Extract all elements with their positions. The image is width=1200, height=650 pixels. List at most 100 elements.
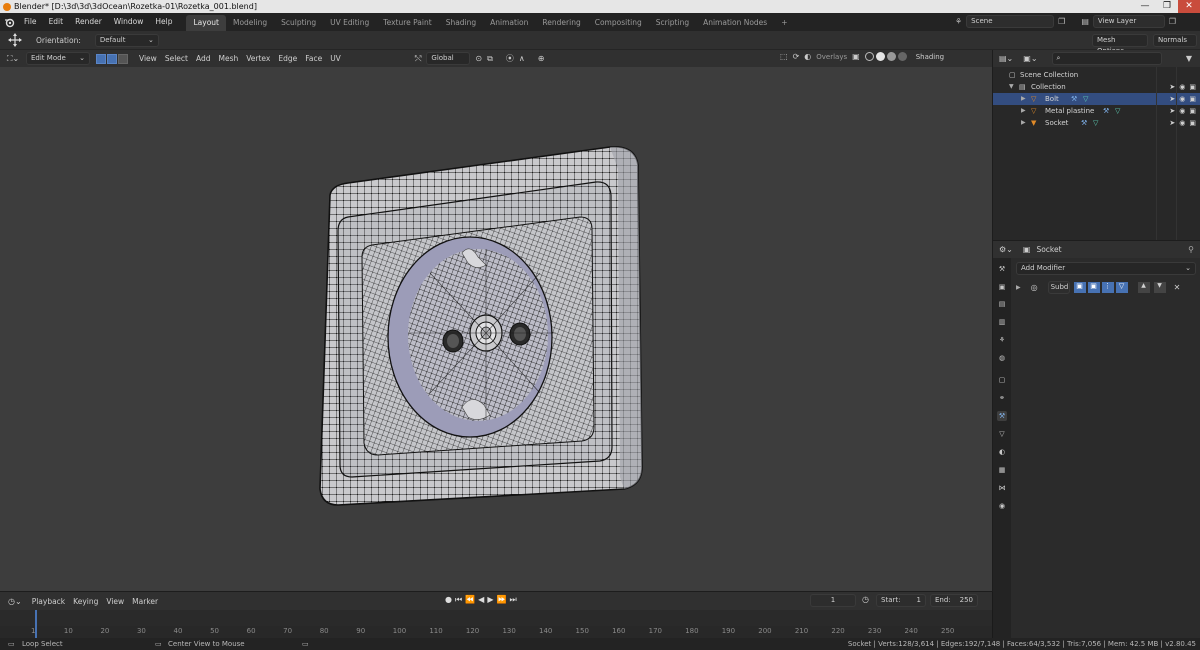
normals-dropdown[interactable]: Normals: [1153, 34, 1197, 47]
visibility-eye-icon[interactable]: ◉: [1179, 93, 1185, 105]
menu-playback[interactable]: Playback: [28, 593, 69, 610]
render-camera-icon[interactable]: ▣: [1189, 117, 1196, 129]
expand-triangle-icon[interactable]: ▼: [1009, 81, 1014, 93]
play-reverse-icon[interactable]: ◀: [478, 595, 484, 605]
render-camera-icon[interactable]: ▣: [1189, 93, 1196, 105]
output-tab-icon[interactable]: ▤: [997, 299, 1007, 309]
current-frame-input[interactable]: 1: [810, 594, 856, 607]
timeline-editor-type-icon[interactable]: ◷⌄: [8, 597, 22, 606]
tab-uv-editing[interactable]: UV Editing: [323, 15, 376, 31]
render-tab-icon[interactable]: ▣: [997, 282, 1007, 292]
menu-add[interactable]: Add: [192, 50, 215, 67]
scene-selector[interactable]: Scene: [966, 15, 1055, 28]
rendered-shading-icon[interactable]: [897, 52, 907, 61]
menu-face[interactable]: Face: [301, 50, 326, 67]
orientation-dropdown[interactable]: Default ⌄: [94, 33, 159, 47]
proportional-edit-icon[interactable]: ⦿: [506, 53, 514, 64]
menu-window[interactable]: Window: [108, 13, 150, 31]
outliner-row-socket[interactable]: ▶ ▼ Socket ⚒ ▽ ➤ ◉ ▣: [993, 117, 1200, 129]
tool-tab-icon[interactable]: ⚒: [997, 264, 1007, 274]
data-tab-icon[interactable]: ⋈: [997, 483, 1007, 493]
show-gizmo-icon[interactable]: ⬚: [780, 52, 788, 61]
view-layer-tab-icon[interactable]: ▥: [997, 317, 1007, 327]
visibility-eye-icon[interactable]: ◉: [1179, 81, 1185, 93]
select-toggle-icon[interactable]: ➤: [1169, 117, 1175, 129]
falloff-icon[interactable]: ∧: [519, 54, 525, 63]
solid-shading-icon[interactable]: [875, 52, 885, 61]
expand-triangle-icon[interactable]: ▶: [1021, 105, 1026, 117]
record-icon[interactable]: ●: [445, 595, 452, 605]
view-object-types-icon[interactable]: ⊕: [538, 54, 545, 63]
display-mode-icon[interactable]: ▣⌄: [1023, 54, 1037, 63]
wireframe-shading-icon[interactable]: [864, 52, 874, 61]
move-up-icon[interactable]: ▲: [1137, 281, 1150, 293]
outliner-row-scene-collection[interactable]: ▢ Scene Collection: [993, 69, 1200, 81]
outliner-row-collection[interactable]: ▼ ▤ Collection ➤ ◉ ▣: [993, 81, 1200, 93]
modifier-name-input[interactable]: Subd: [1047, 280, 1070, 294]
jump-keyframe-back-icon[interactable]: ⏪: [465, 595, 475, 605]
area-divider[interactable]: [992, 592, 993, 638]
tab-modeling[interactable]: Modeling: [226, 15, 274, 31]
filter-icon[interactable]: ▼: [1186, 54, 1192, 63]
new-view-layer-icon[interactable]: ❐: [1169, 17, 1176, 26]
transform-orientation-dropdown[interactable]: Global: [426, 52, 471, 65]
menu-keying[interactable]: Keying: [69, 593, 102, 610]
transform-orientation-icon[interactable]: ⤲: [415, 54, 421, 64]
face-select-icon[interactable]: [118, 53, 128, 64]
tab-rendering[interactable]: Rendering: [535, 15, 587, 31]
end-frame-input[interactable]: End: 250: [930, 594, 978, 607]
expand-triangle-icon[interactable]: ▶: [1021, 117, 1026, 129]
playhead[interactable]: [35, 610, 37, 638]
blender-menu-icon[interactable]: [0, 13, 18, 31]
properties-editor-type-icon[interactable]: ⚙⌄: [999, 245, 1013, 254]
menu-edit[interactable]: Edit: [43, 13, 70, 31]
overlays-dropdown[interactable]: Overlays: [816, 53, 847, 61]
mesh-options-dropdown[interactable]: Mesh Options: [1092, 34, 1148, 55]
add-workspace-button[interactable]: +: [774, 15, 794, 31]
outliner-row-metal-plastine[interactable]: ▶ ▽ Metal plastine ⚒ ▽ ➤ ◉ ▣: [993, 105, 1200, 117]
on-cage-icon[interactable]: ▽: [1115, 281, 1128, 293]
visibility-eye-icon[interactable]: ◉: [1179, 117, 1185, 129]
constraints-tab-icon[interactable]: ⚭: [997, 393, 1007, 403]
menu-vertex[interactable]: Vertex: [242, 50, 274, 67]
outliner-editor-type-icon[interactable]: ▤⌄: [999, 54, 1013, 63]
remove-modifier-icon[interactable]: ✕: [1174, 283, 1181, 292]
editmode-display-icon[interactable]: ⋮: [1101, 281, 1114, 293]
outliner-search-input[interactable]: ⌕: [1051, 52, 1162, 65]
view-layer-icon[interactable]: ▤: [1081, 17, 1089, 26]
expand-triangle-icon[interactable]: ▶: [1021, 93, 1026, 105]
modifier-tab-icon[interactable]: ⚒: [997, 411, 1007, 421]
menu-view[interactable]: View: [135, 50, 161, 67]
tab-scripting[interactable]: Scripting: [649, 15, 696, 31]
menu-mesh[interactable]: Mesh: [214, 50, 242, 67]
world-tab-icon[interactable]: ◍: [997, 353, 1007, 363]
jump-end-icon[interactable]: ⏭: [509, 595, 516, 605]
scene-tab-icon[interactable]: ⚘: [997, 335, 1007, 345]
visibility-eye-icon[interactable]: ◉: [1179, 105, 1185, 117]
texture-tab-icon[interactable]: ▦: [997, 465, 1007, 475]
physics-tab-icon[interactable]: ◐: [997, 447, 1007, 457]
minimize-button[interactable]: —: [1134, 0, 1156, 13]
tab-shading[interactable]: Shading: [439, 15, 483, 31]
preview-range-icon[interactable]: ◷: [862, 595, 869, 604]
tab-texture-paint[interactable]: Texture Paint: [376, 15, 438, 31]
move-down-icon[interactable]: ▼: [1153, 281, 1166, 293]
tab-sculpting[interactable]: Sculpting: [274, 15, 323, 31]
select-toggle-icon[interactable]: ➤: [1169, 105, 1175, 117]
new-scene-icon[interactable]: ❐: [1058, 17, 1065, 26]
select-toggle-icon[interactable]: ➤: [1169, 81, 1175, 93]
render-camera-icon[interactable]: ▣: [1189, 81, 1196, 93]
render-camera-icon[interactable]: ▣: [1189, 105, 1196, 117]
particles-tab-icon[interactable]: ▽: [997, 429, 1007, 439]
menu-marker[interactable]: Marker: [128, 593, 162, 610]
editor-type-icon[interactable]: ⛶⌄: [0, 54, 26, 64]
shading-dropdown[interactable]: Shading: [916, 53, 944, 61]
start-frame-input[interactable]: Start: 1: [876, 594, 926, 607]
pin-icon[interactable]: ⚲: [1188, 245, 1194, 254]
vertex-select-icon[interactable]: [96, 53, 106, 64]
outliner-row-bolt[interactable]: ▶ ▽ Bolt ⚒ ▽ ➤ ◉ ▣: [993, 93, 1200, 105]
menu-timeline-view[interactable]: View: [102, 593, 128, 610]
tab-animation[interactable]: Animation: [483, 15, 535, 31]
overlays-icon[interactable]: ◐: [804, 52, 811, 61]
add-modifier-dropdown[interactable]: Add Modifier ⌄: [1016, 262, 1196, 275]
